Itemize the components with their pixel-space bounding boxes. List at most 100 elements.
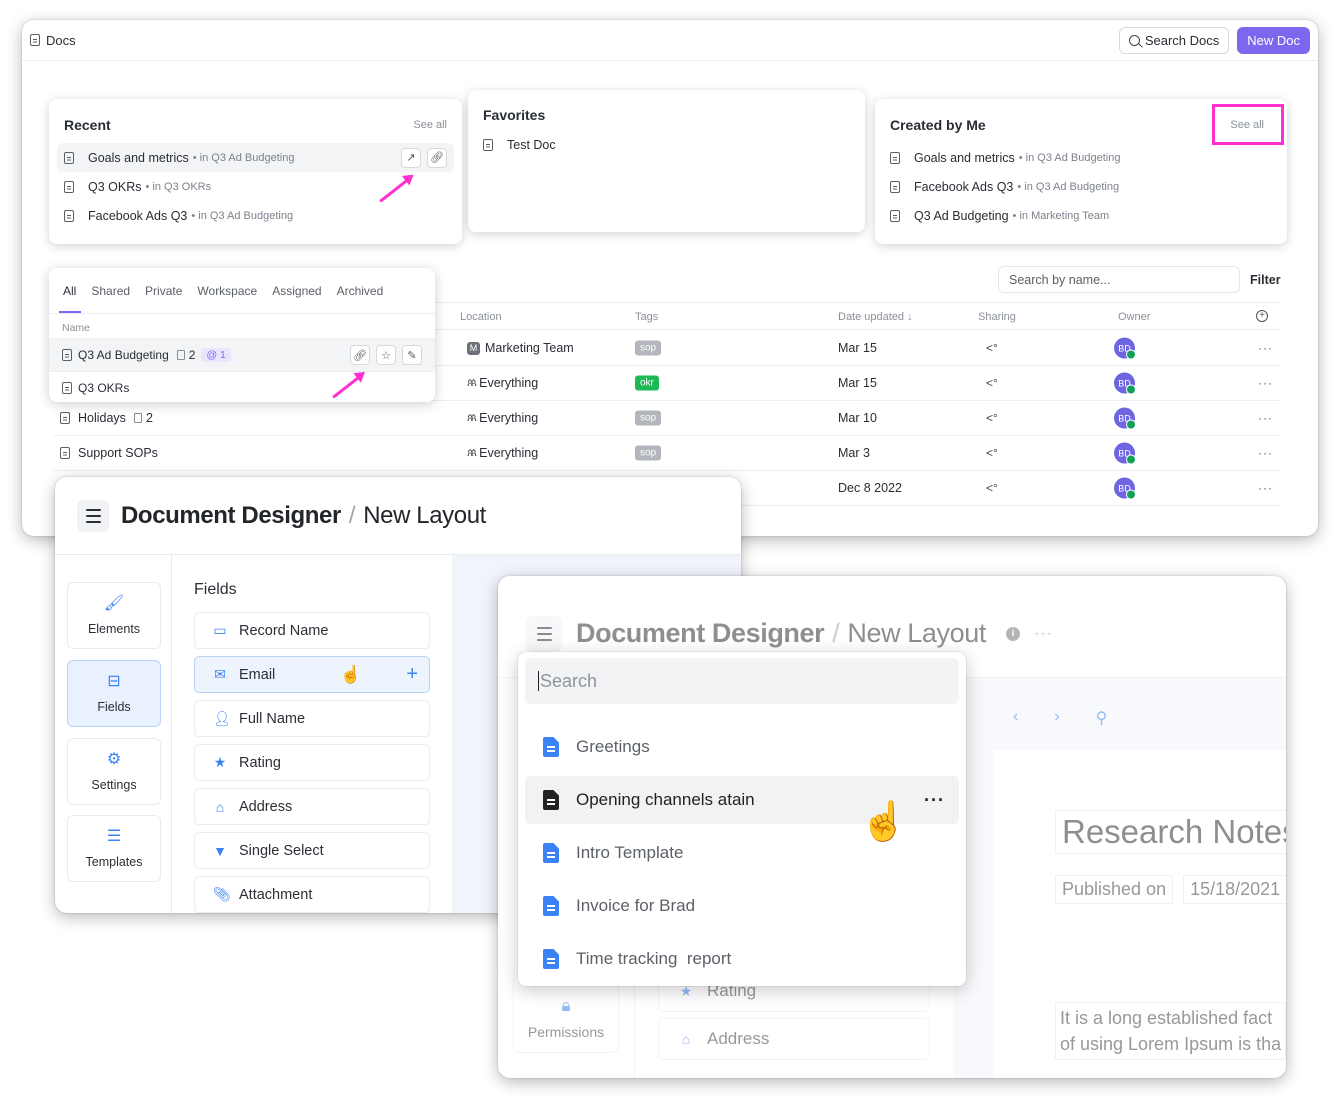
search-by-name-input[interactable]: Search by name... [998,266,1240,293]
row-tag[interactable]: sop [635,410,662,426]
search-icon[interactable]: ⚲ [1096,708,1108,728]
owner-avatar[interactable]: BD [1114,442,1136,465]
published-date[interactable]: 15/18/2021 [1183,875,1286,904]
field-rating[interactable]: ★ Rating [194,744,430,781]
created-item[interactable]: Facebook Ads Q3 • in Q3 Ad Budgeting [883,172,1279,201]
sidebar-item-fields[interactable]: ⊟ Fields [67,660,161,727]
dropdown-item[interactable]: Time tracking report [525,935,959,983]
recent-item[interactable]: Goals and metrics • in Q3 Ad Budgeting ↗… [57,143,454,172]
row-more-icon[interactable]: ··· [1258,446,1273,460]
paperclip-icon: 📎︎ [213,886,231,902]
table-row[interactable]: Holidays 2 ጰጰ Everything sop Mar 10 <° BD… [54,401,1280,436]
created-item-location: in Marketing Team [1019,209,1110,222]
info-icon[interactable]: i [1005,626,1020,641]
column-owner[interactable]: Owner [1118,311,1150,323]
column-name[interactable]: Name [49,314,435,339]
owner-avatar[interactable]: BD [1114,407,1136,430]
column-tags[interactable]: Tags [635,311,658,323]
favorite-item[interactable]: Test Doc [476,130,857,159]
document-icon [543,790,559,810]
doc-icon [62,349,72,361]
add-field-icon[interactable]: + [406,663,418,686]
row-more-icon[interactable]: ··· [1258,411,1273,425]
lock-icon: 🔒︎ [561,996,571,1015]
new-doc-button[interactable]: New Doc [1237,26,1310,54]
share-icon[interactable]: <° [986,341,998,355]
table-row[interactable]: Q3 Ad Budgeting 2 @ 1 🔗︎ ☆ ✎ [49,339,435,372]
recent-item[interactable]: Q3 OKRs • in Q3 OKRs [57,172,454,201]
field-attachment[interactable]: 📎︎ Attachment [194,876,430,913]
dropdown-item[interactable]: Greetings [525,723,959,771]
recent-item[interactable]: Facebook Ads Q3 • in Q3 Ad Budgeting [57,201,454,230]
edit-icon[interactable]: ✎ [402,345,422,365]
more-icon[interactable]: ··· [1034,625,1053,643]
field-record-name[interactable]: ▭ Record Name [194,612,430,649]
field-email[interactable]: ✉ Email ☝ + [194,656,430,693]
tab-archived[interactable]: Archived [337,284,384,298]
filter-button[interactable]: Filter [1250,273,1281,287]
table-row[interactable]: Q3 OKRs [49,372,435,402]
tab-assigned[interactable]: Assigned [272,284,321,298]
row-more-icon[interactable]: ··· [1258,341,1273,355]
hand-cursor-icon: ☝ [340,665,362,684]
star-icon: ★ [213,754,227,770]
field-single-select[interactable]: ▼ Single Select [194,832,430,869]
breadcrumb: Document Designer / New Layout [121,501,486,529]
open-new-tab-icon[interactable]: ↗ [401,147,421,168]
search-docs-button[interactable]: Search Docs [1118,26,1230,54]
body-line: It is a long established fact [1060,1008,1273,1028]
sidebar-item-templates[interactable]: ☰ Templates [67,815,161,882]
tab-all[interactable]: All [58,284,82,313]
row-more-icon[interactable]: ··· [1258,376,1273,390]
document-title[interactable]: Research Notes [1055,810,1286,854]
column-date-updated[interactable]: Date updated ↓ [838,311,913,323]
tab-workspace[interactable]: Workspace [197,284,257,298]
column-location[interactable]: Location [460,311,502,323]
share-icon[interactable]: <° [986,481,998,495]
star-icon[interactable]: ☆ [376,345,396,365]
prev-icon[interactable]: ‹ [1013,708,1018,728]
highlight-box-annotation [1212,104,1284,145]
column-sharing[interactable]: Sharing [978,311,1016,323]
menu-icon[interactable] [526,615,562,652]
share-icon[interactable]: <° [986,411,998,425]
row-location: Everything [479,411,539,425]
sidebar-item-settings[interactable]: ⚙ Settings [67,738,161,805]
designer-header: Document Designer / New Layout [55,477,741,555]
owner-avatar[interactable]: BD [1114,372,1136,395]
field-address[interactable]: ⌂ Address [194,788,430,825]
dropdown-item[interactable]: Intro Template [525,829,959,877]
table-row[interactable]: Support SOPs ጰጰ Everything sop Mar 3 <° B… [54,436,1280,471]
next-icon[interactable]: › [1054,708,1059,728]
row-tag[interactable]: sop [635,340,662,356]
tab-private[interactable]: Private [145,284,182,298]
recent-item-location: in Q3 Ad Budgeting [199,151,295,164]
dropdown-item[interactable]: Invoice for Brad [525,882,959,930]
item-more-icon[interactable]: ··· [924,790,945,811]
copy-link-icon[interactable]: 🔗︎ [427,147,447,168]
document-body[interactable]: It is a long established fact of using L… [1055,1002,1286,1060]
add-column-icon[interactable]: + [1256,310,1268,322]
dropdown-item[interactable]: Opening channels atain ☝ ··· [525,776,959,843]
doc-icon [64,209,74,222]
share-icon[interactable]: <° [986,376,998,390]
mention-badge[interactable]: @ 1 [201,348,231,362]
copy-link-icon[interactable]: 🔗︎ [350,345,370,365]
tab-shared[interactable]: Shared [91,284,130,298]
row-tag[interactable]: okr [635,375,659,391]
doc-icon [890,209,900,222]
share-icon[interactable]: <° [986,446,998,460]
field-full-name[interactable]: 👤︎ Full Name [194,700,430,737]
created-item[interactable]: Q3 Ad Budgeting • in Marketing Team [883,201,1279,230]
row-subdoc-count: 2 [145,411,153,425]
created-item[interactable]: Goals and metrics • in Q3 Ad Budgeting [883,143,1279,172]
row-tag[interactable]: sop [635,445,662,461]
menu-icon[interactable] [77,499,109,532]
owner-avatar[interactable]: BD [1114,477,1136,500]
owner-avatar[interactable]: BD [1114,337,1136,360]
sidebar-item-elements[interactable]: 🖌︎ Elements [67,582,161,649]
recent-see-all-link[interactable]: See all [413,119,447,131]
field-address[interactable]: ⌂ Address [658,1018,930,1060]
row-more-icon[interactable]: ··· [1258,481,1273,495]
dropdown-search-input[interactable]: Search [525,658,959,704]
